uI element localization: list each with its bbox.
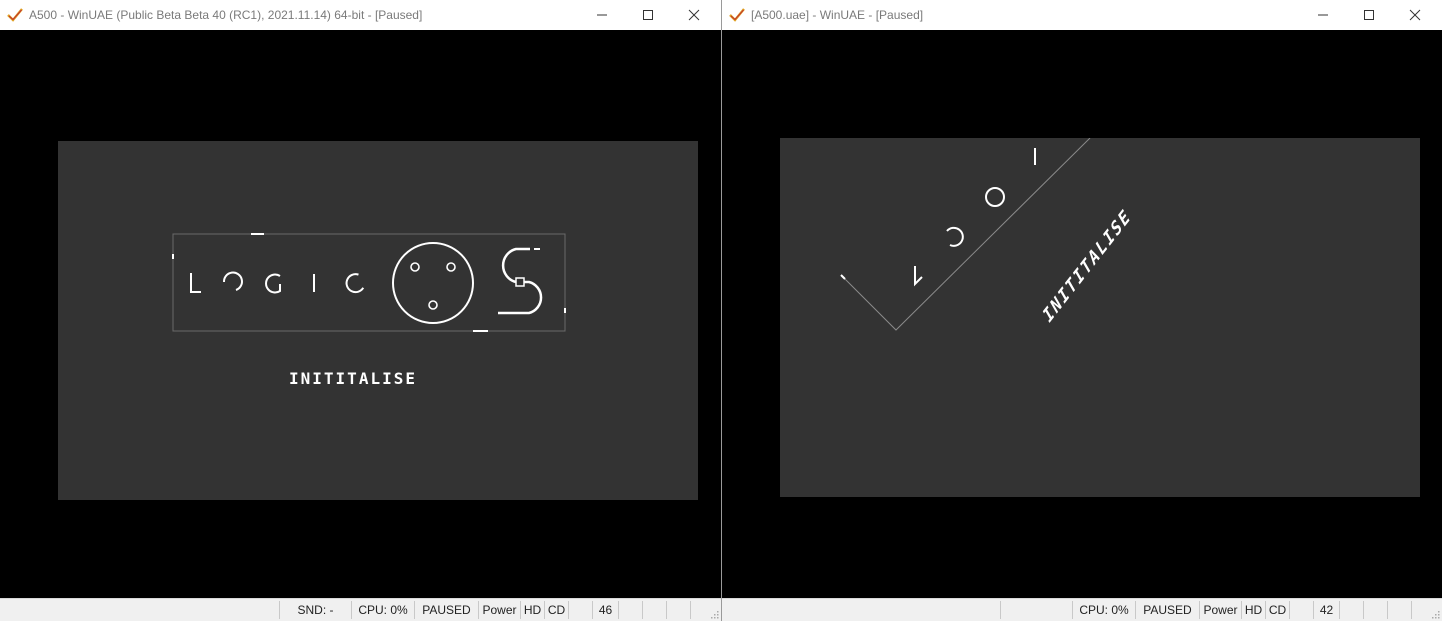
power-led: Power (478, 601, 520, 619)
minimize-icon (1318, 14, 1328, 16)
initialise-text: INITITALISE (1041, 205, 1134, 329)
resize-grip-icon[interactable] (709, 609, 719, 619)
minimize-icon (597, 14, 607, 16)
df1-track[interactable] (1339, 601, 1363, 619)
close-icon (1409, 9, 1421, 21)
hd-led: HD (520, 601, 544, 619)
emulator-display[interactable]: INITITALISE (0, 30, 721, 599)
sound-status: SND: - (279, 601, 351, 619)
winuae-checkmark-icon[interactable] (729, 7, 745, 23)
df2-track[interactable] (1363, 601, 1387, 619)
resize-grip-icon[interactable] (1430, 609, 1440, 619)
emulator-display[interactable]: INITITALISE (722, 30, 1442, 599)
amiga-screen: INITITALISE (780, 138, 1420, 497)
status-bar: SND: - CPU: 0% PAUSED Power HD CD 46 (0, 598, 721, 621)
hd-led: HD (1241, 601, 1265, 619)
minimize-button[interactable] (1300, 0, 1346, 30)
led-empty (568, 601, 592, 619)
minimize-button[interactable] (579, 0, 625, 30)
close-button[interactable] (1392, 0, 1438, 30)
status-end (1411, 601, 1429, 619)
emulator-window-a500[interactable]: A500 - WinUAE (Public Beta Beta 40 (RC1)… (0, 0, 721, 621)
status-end (690, 601, 708, 619)
df2-track[interactable] (642, 601, 666, 619)
df0-track[interactable]: 42 (1313, 601, 1339, 619)
window-title: [A500.uae] - WinUAE - [Paused] (751, 8, 924, 22)
amiga-screen: INITITALISE (58, 141, 698, 500)
maximize-button[interactable] (1346, 0, 1392, 30)
df3-track[interactable] (1387, 601, 1411, 619)
cpu-status: CPU: 0% (351, 601, 414, 619)
cd-led: CD (1265, 601, 1289, 619)
close-icon (688, 9, 700, 21)
cd-led: CD (544, 601, 568, 619)
df0-track[interactable]: 46 (592, 601, 618, 619)
df1-track[interactable] (618, 601, 642, 619)
paused-status[interactable]: PAUSED (414, 601, 478, 619)
title-bar[interactable]: [A500.uae] - WinUAE - [Paused] (722, 0, 1442, 30)
logic-os-logo: INITITALISE (172, 233, 566, 388)
close-button[interactable] (671, 0, 717, 30)
emulator-window-a500-uae[interactable]: [A500.uae] - WinUAE - [Paused] INITITALI… (721, 0, 1442, 621)
paused-status[interactable]: PAUSED (1135, 601, 1199, 619)
sound-divider (1000, 601, 1001, 619)
cpu-status: CPU: 0% (1072, 601, 1135, 619)
title-bar[interactable]: A500 - WinUAE (Public Beta Beta 40 (RC1)… (0, 0, 721, 30)
window-title: A500 - WinUAE (Public Beta Beta 40 (RC1)… (29, 8, 423, 22)
power-led: Power (1199, 601, 1241, 619)
maximize-icon (1364, 10, 1374, 20)
initialise-text: INITITALISE (289, 369, 417, 388)
winuae-checkmark-icon[interactable] (7, 7, 23, 23)
status-bar: CPU: 0% PAUSED Power HD CD 42 (722, 598, 1442, 621)
maximize-button[interactable] (625, 0, 671, 30)
df3-track[interactable] (666, 601, 690, 619)
maximize-icon (643, 10, 653, 20)
rotated-logo: INITITALISE (840, 138, 1134, 331)
led-empty (1289, 601, 1313, 619)
